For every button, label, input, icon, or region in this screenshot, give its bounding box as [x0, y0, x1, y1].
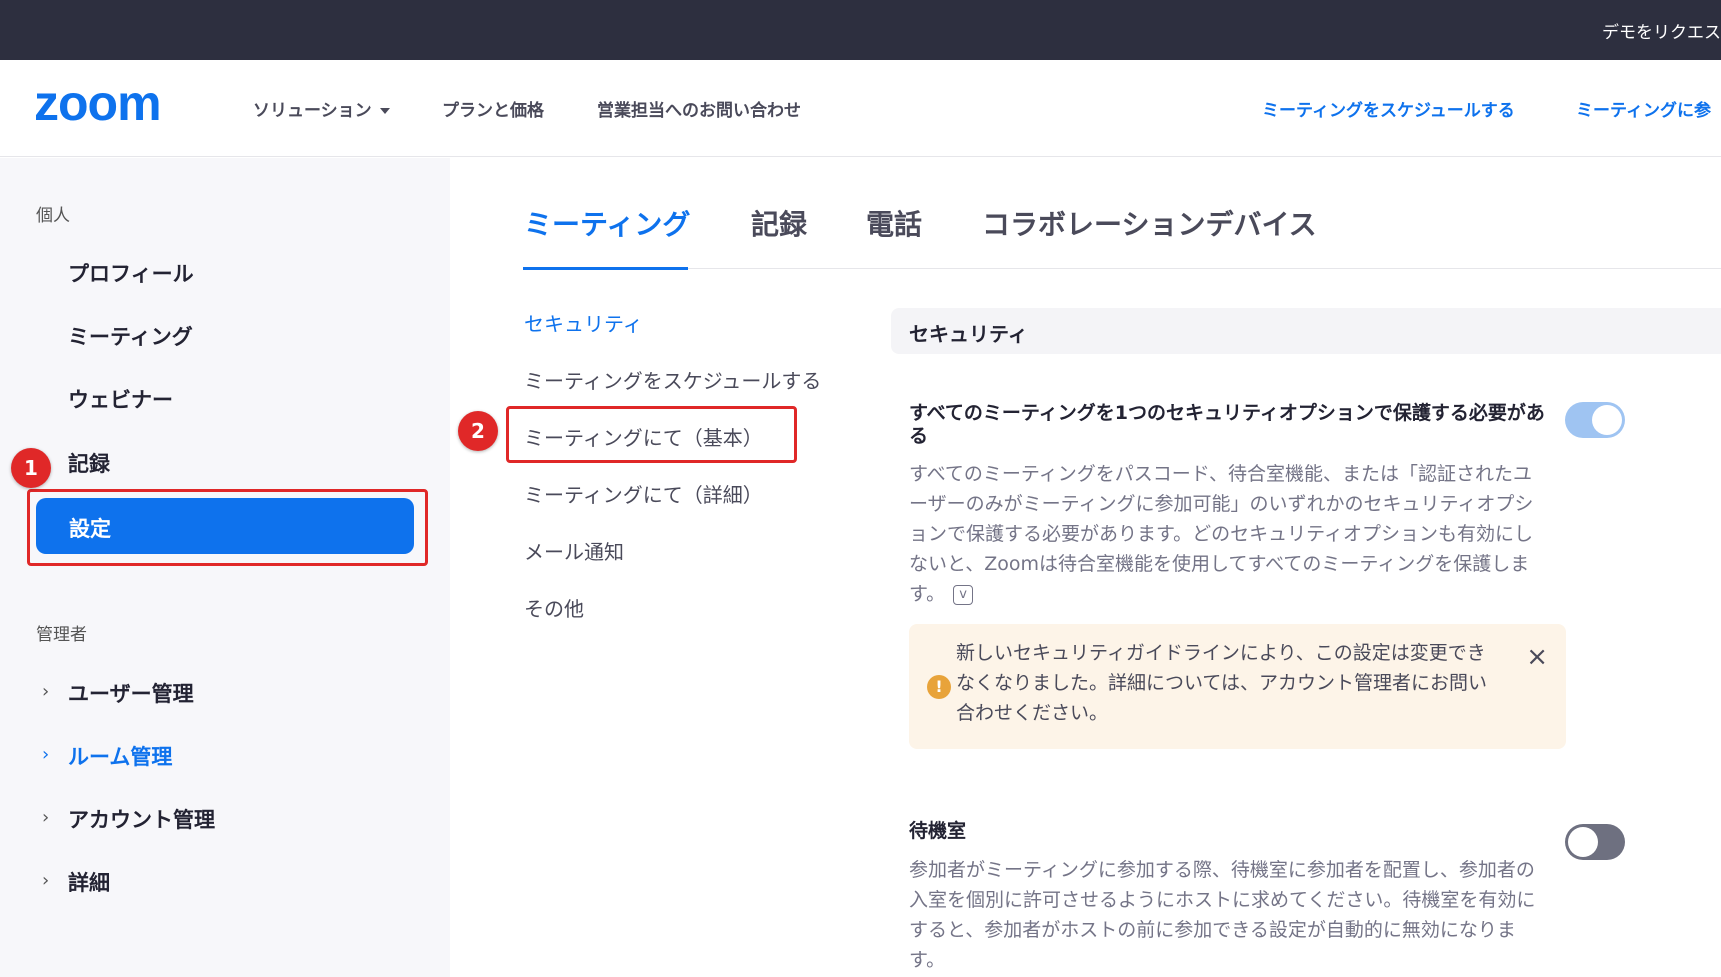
svg-text:zoom: zoom	[34, 84, 161, 126]
sidebar-item-account-management[interactable]: アカウント管理	[68, 804, 215, 834]
section-title: セキュリティ	[909, 322, 1028, 346]
subnav-schedule-meeting[interactable]: ミーティングをスケジュールする	[524, 365, 821, 394]
security-notice: ! 新しいセキュリティガイドラインにより、この設定は変更できなくなりました。詳細…	[909, 624, 1566, 749]
toggle-require-security-option[interactable]	[1565, 402, 1625, 438]
chevron-right-icon: ›	[42, 870, 50, 891]
sidebar-item-meetings[interactable]: ミーティング	[68, 321, 193, 351]
subnav-other[interactable]: その他	[524, 593, 584, 622]
setting-title-require-security-option: すべてのミーティングを1つのセキュリティオプションで保護する必要がある	[909, 402, 1545, 447]
tab-divider	[523, 268, 1721, 269]
sidebar-item-room-management[interactable]: ルーム管理	[68, 741, 172, 771]
nav-join-meeting[interactable]: ミーティングに参	[1576, 96, 1711, 121]
sidebar-item-recordings[interactable]: 記録	[68, 448, 110, 478]
subnav-security[interactable]: セキュリティ	[524, 308, 643, 337]
notice-text: 新しいセキュリティガイドラインにより、この設定は変更できなくなりました。詳細につ…	[956, 642, 1488, 724]
site-header: zoom ソリューション プランと価格 営業担当へのお問い合わせ ミーティングを…	[0, 60, 1721, 157]
step-badge-2: 2	[458, 411, 498, 451]
highlight-box-in-meeting-basic	[506, 406, 797, 463]
setting-description-require-security-option: すべてのミーティングをパスコード、待合室機能、または「認証されたユーザーのみがミ…	[909, 459, 1539, 609]
tab-recordings[interactable]: 記録	[751, 203, 807, 243]
sidebar: 個人 プロフィール ミーティング ウェビナー 記録 設定 管理者 › ユーザー管…	[0, 158, 450, 977]
sidebar-item-advanced[interactable]: 詳細	[68, 867, 110, 897]
toggle-knob	[1568, 827, 1598, 857]
nav-contact-sales[interactable]: 営業担当へのお問い合わせ	[597, 96, 801, 121]
zoom-logo[interactable]: zoom	[34, 75, 204, 131]
tab-active-indicator	[523, 267, 688, 270]
sidebar-item-webinars[interactable]: ウェビナー	[68, 384, 173, 414]
tab-phone[interactable]: 電話	[866, 203, 922, 243]
sidebar-item-profile[interactable]: プロフィール	[68, 258, 194, 288]
chevron-right-icon: ›	[42, 807, 50, 828]
setting-title-waiting-room: 待機室	[909, 820, 967, 842]
zoom-logo-icon: zoom	[34, 75, 162, 131]
tab-meetings[interactable]: ミーティング	[524, 203, 690, 243]
top-bar: デモをリクエス	[0, 0, 1721, 60]
request-demo-link[interactable]: デモをリクエス	[1602, 18, 1721, 43]
chevron-right-icon: ›	[42, 681, 50, 702]
toggle-waiting-room[interactable]	[1565, 824, 1625, 860]
step-badge-1: 1	[11, 448, 51, 488]
warning-icon: !	[927, 675, 951, 699]
setting-description-waiting-room: 参加者がミーティングに参加する際、待機室に参加者を配置し、参加者の入室を個別に許…	[909, 859, 1536, 971]
subnav-email-notification[interactable]: メール通知	[524, 536, 624, 565]
close-icon[interactable]: ×	[1526, 644, 1548, 670]
sidebar-section-admin: 管理者	[36, 625, 87, 645]
nav-solutions[interactable]: ソリューション	[253, 96, 390, 121]
nav-solutions-label: ソリューション	[253, 101, 372, 121]
subnav-in-meeting-advanced[interactable]: ミーティングにて（詳細）	[524, 479, 763, 508]
caret-down-icon	[379, 108, 390, 114]
setting-description-text: すべてのミーティングをパスコード、待合室機能、または「認証されたユーザーのみがミ…	[909, 463, 1534, 605]
nav-schedule-meeting[interactable]: ミーティングをスケジュールする	[1262, 96, 1515, 121]
info-icon[interactable]: v	[953, 584, 974, 605]
section-header-security: セキュリティ	[891, 308, 1721, 354]
sidebar-section-personal: 個人	[36, 206, 70, 226]
toggle-knob	[1592, 405, 1622, 435]
nav-plans[interactable]: プランと価格	[442, 96, 544, 121]
sidebar-item-user-management[interactable]: ユーザー管理	[68, 678, 194, 708]
chevron-right-icon: ›	[42, 744, 50, 765]
tab-collaboration-devices[interactable]: コラボレーションデバイス	[982, 203, 1317, 243]
highlight-box-settings	[27, 489, 428, 566]
